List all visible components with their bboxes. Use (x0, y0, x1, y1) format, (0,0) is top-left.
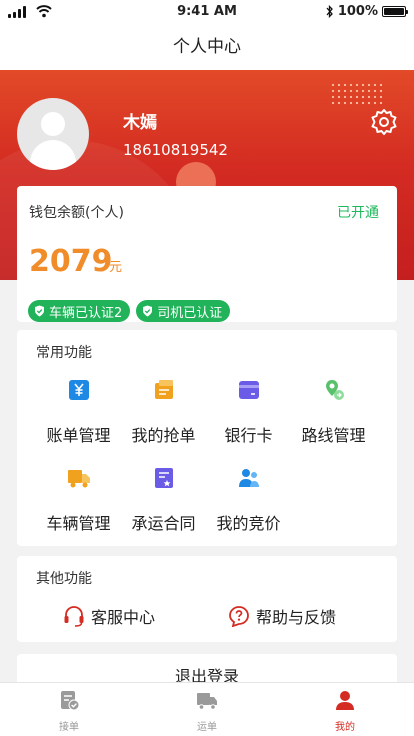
decor-dots (330, 82, 384, 106)
section-title: 常用功能 (36, 345, 92, 361)
bid-icon (238, 469, 259, 487)
battery-percent: 100% (337, 4, 378, 19)
other-functions-card: 其他功能 客服中心 帮助与反馈 (17, 556, 397, 642)
contract-icon (154, 468, 173, 488)
common-functions-card: 常用功能 账单管理 我的抢单 银行卡 路线管理 车辆管理 承运合同 我的竞价 (17, 330, 397, 546)
function-label: 路线管理 (301, 426, 366, 445)
function-label: 我的竞价 (216, 514, 281, 533)
tab-label: 运单 (197, 722, 217, 733)
tab-accept-order[interactable]: 接单 (0, 683, 138, 736)
avatar[interactable] (17, 98, 89, 170)
page-title: 个人中心 (0, 24, 414, 70)
wallet-amount: 2079 (29, 244, 113, 279)
truck-icon (67, 470, 90, 488)
customer-service-button[interactable]: 客服中心 (63, 604, 155, 628)
bluetooth-icon (326, 5, 333, 18)
badge-label: 车辆已认证2 (49, 305, 123, 321)
tab-label: 接单 (59, 722, 79, 733)
other-label: 帮助与反馈 (256, 608, 337, 627)
function-label: 银行卡 (224, 426, 273, 445)
user-phone: 18610819542 (123, 141, 228, 159)
gear-icon[interactable] (370, 108, 398, 136)
function-label: 账单管理 (46, 426, 111, 445)
accept-order-icon (61, 691, 80, 711)
driver-certified-badge: 司机已认证 (136, 300, 231, 322)
help-feedback-button[interactable]: 帮助与反馈 (228, 604, 336, 628)
user-name: 木嫣 (123, 113, 157, 133)
waybill-truck-icon (197, 693, 217, 710)
bank-card-button[interactable]: 银行卡 (201, 378, 296, 446)
function-label: 承运合同 (131, 514, 196, 533)
my-bids-button[interactable]: 我的竞价 (201, 466, 296, 534)
section-title: 其他功能 (36, 571, 92, 587)
other-label: 客服中心 (91, 608, 156, 627)
tab-bar: 接单 运单 我的 (0, 682, 414, 736)
certification-badges: 车辆已认证2 司机已认证 (28, 300, 231, 322)
wallet-unit: 元 (109, 260, 123, 275)
shield-check-icon (35, 305, 44, 317)
order-icon (154, 380, 173, 399)
headset-icon (64, 606, 84, 627)
tab-label: 我的 (335, 722, 355, 733)
bill-management-button[interactable]: 账单管理 (31, 378, 126, 446)
help-icon (229, 606, 249, 627)
vehicle-certified-badge: 车辆已认证2 (28, 300, 131, 322)
tab-waybill[interactable]: 运单 (138, 683, 276, 736)
badge-label: 司机已认证 (157, 305, 223, 321)
vehicle-management-button[interactable]: 车辆管理 (31, 466, 126, 534)
wallet-label: 钱包余额(个人) (29, 205, 124, 221)
my-orders-button[interactable]: 我的抢单 (116, 378, 211, 446)
profile-icon (336, 691, 354, 710)
route-icon (325, 380, 344, 400)
route-management-button[interactable]: 路线管理 (286, 378, 381, 446)
bank-card-icon (238, 381, 259, 399)
status-bar: 9:41 AM 100% (0, 0, 414, 24)
shield-check-icon (143, 305, 153, 317)
yen-icon (68, 380, 89, 400)
function-label: 车辆管理 (46, 514, 111, 533)
battery-icon (382, 6, 408, 17)
contract-button[interactable]: 承运合同 (116, 466, 211, 534)
wallet-status[interactable]: 已开通 (337, 202, 379, 222)
function-label: 我的抢单 (131, 426, 196, 445)
tab-mine[interactable]: 我的 (276, 683, 414, 736)
